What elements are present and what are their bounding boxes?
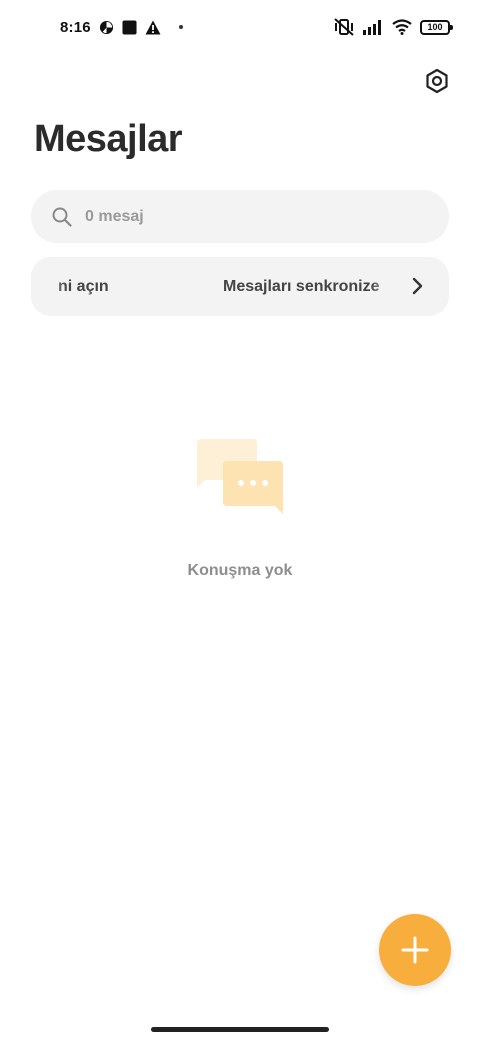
chevron-right-icon	[407, 275, 429, 297]
settings-button[interactable]	[420, 64, 454, 98]
sync-banner-fade-left	[31, 257, 67, 316]
status-bar: 8:16 100	[0, 0, 480, 54]
square-notification-icon	[122, 19, 137, 35]
search-icon	[51, 206, 73, 228]
sync-banner-fade-right	[371, 257, 397, 316]
vibrate-off-icon	[334, 18, 354, 36]
data-saver-icon	[99, 20, 114, 35]
status-left: 8:16	[60, 19, 183, 36]
wifi-icon	[392, 19, 412, 35]
chat-bubbles-icon	[195, 436, 287, 518]
settings-hexagon-icon	[426, 68, 448, 94]
plus-icon	[401, 936, 429, 964]
warning-icon	[145, 20, 161, 35]
search-bar[interactable]	[31, 190, 449, 243]
home-indicator[interactable]	[151, 1027, 329, 1032]
page-title: Mesajlar	[34, 118, 183, 160]
sync-banner-main-text: Mesajları senkronize	[223, 277, 380, 295]
empty-state-label: Konuşma yok	[187, 562, 293, 579]
status-time: 8:16	[60, 18, 91, 36]
more-notifications-dot-icon	[178, 25, 183, 29]
signal-icon	[362, 19, 384, 35]
new-conversation-button[interactable]	[379, 914, 451, 986]
search-input[interactable]	[85, 207, 405, 226]
sync-messages-banner[interactable]: ni açın Mesajları senkronize	[31, 257, 449, 316]
battery-indicator: 100	[420, 19, 453, 35]
messages-screen: 8:16 100 Mesajlar 0 mesaj ni açın Mesajl…	[0, 0, 480, 1040]
status-right: 100	[334, 18, 453, 36]
